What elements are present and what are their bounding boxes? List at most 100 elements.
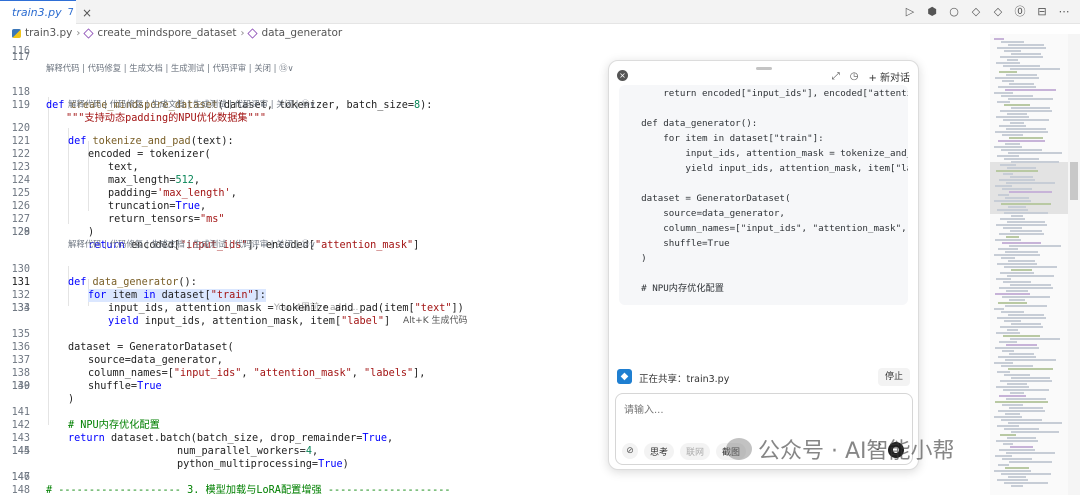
- snippet-line: column_names=["input_ids", "attention_ma…: [663, 223, 907, 234]
- minimap-line: [1001, 311, 1024, 313]
- breadcrumb: train3.py › create_mindspore_dataset › d…: [12, 25, 342, 41]
- split-editor-icon[interactable]: ⊟: [1036, 4, 1048, 20]
- minimap-line: [1000, 272, 1034, 274]
- tab-bar: train3.py 7 × ▷ ⬢ ○ ◇ ◇ ⓪ ⊟ ⋯: [0, 0, 1080, 24]
- tab-modified-count: 7: [67, 7, 74, 18]
- minimap-line: [1005, 305, 1047, 307]
- breadcrumb-function[interactable]: data_generator: [261, 27, 342, 39]
- minimap-line: [1009, 299, 1025, 301]
- tab-train3[interactable]: train3.py 7 ×: [0, 0, 92, 24]
- minimap-line: [1010, 230, 1042, 232]
- minimap-line: [1007, 329, 1018, 331]
- minimap-line: [1002, 458, 1032, 460]
- minimap-line: [1004, 320, 1021, 322]
- minimap-line: [997, 155, 1019, 157]
- minimap-line: [999, 395, 1026, 397]
- minimap-line: [1007, 383, 1027, 385]
- stop-sharing-button[interactable]: 停止: [878, 368, 910, 386]
- snippet-line: for item in dataset["train"]:: [619, 133, 824, 144]
- minimap-line: [996, 278, 1011, 280]
- minimap-line: [1011, 431, 1059, 433]
- minimap-line: [1010, 446, 1033, 448]
- minimap-line: [1004, 158, 1039, 160]
- minimap-line: [998, 410, 1045, 412]
- more-actions-icon[interactable]: ⋯: [1058, 4, 1070, 20]
- minimap-line: [1006, 344, 1037, 346]
- minimap-line: [996, 116, 1029, 118]
- minimap-line: [998, 356, 1036, 358]
- snippet-line: shuffle=True: [619, 238, 730, 249]
- attach-icon[interactable]: ⊘: [622, 443, 638, 459]
- minimap-line: [997, 263, 1037, 265]
- snippet-line: yield input_ids, attention_mask, item["l…: [619, 163, 908, 174]
- sharing-label: 正在共享：train3.py: [639, 374, 730, 385]
- minimap-line: [997, 479, 1028, 481]
- wechat-logo-icon: [726, 438, 752, 460]
- minimap-line: [994, 92, 1013, 94]
- minimap-line: [1010, 122, 1024, 124]
- minimap-line: [999, 341, 1017, 343]
- scrollbar-thumb[interactable]: [1070, 162, 1078, 200]
- snippet-line: ): [619, 253, 647, 264]
- minimap-line: [1001, 41, 1024, 43]
- minimap-line: [1011, 269, 1032, 271]
- minimap-line: [1001, 149, 1042, 151]
- minimap-line: [998, 248, 1018, 250]
- snippet-line: dataset = GeneratorDataset(: [619, 193, 791, 204]
- minimap-line: [997, 317, 1046, 319]
- minimap-line: [998, 302, 1027, 304]
- drag-handle[interactable]: [756, 67, 772, 70]
- minimap-line: [998, 464, 1009, 466]
- minimap-line: [1004, 482, 1048, 484]
- vertical-scrollbar[interactable]: [1068, 34, 1080, 495]
- minimap-line: [1001, 365, 1033, 367]
- minimap-line: [1003, 65, 1040, 67]
- history-icon[interactable]: ◷: [850, 71, 859, 82]
- minimap-line: [1000, 434, 1016, 436]
- copilot-icon[interactable]: ⓪: [1014, 4, 1026, 20]
- minimap-line: [1004, 374, 1030, 376]
- minimap-line: [1005, 89, 1056, 91]
- run-icon[interactable]: ▷: [904, 4, 916, 20]
- next-change-icon[interactable]: ◇: [992, 4, 1004, 20]
- minimap-line: [1011, 215, 1023, 217]
- codelens-actions[interactable]: 解释代码 | 代码修复 | 生成文档 | 生成测试 | 代码评审 | 关闭 | …: [68, 239, 316, 250]
- close-icon[interactable]: ×: [617, 70, 628, 81]
- breadcrumb-function[interactable]: create_mindspore_dataset: [97, 27, 236, 39]
- think-button[interactable]: 思考: [644, 442, 675, 460]
- minimap[interactable]: [990, 34, 1068, 495]
- minimap-line: [1011, 377, 1050, 379]
- minimap-line: [999, 233, 1044, 235]
- minimap-line: [994, 416, 1022, 418]
- minimap-line: [1003, 389, 1049, 391]
- minimap-line: [1008, 152, 1062, 154]
- new-chat-button[interactable]: + 新对话: [868, 69, 910, 84]
- minimap-line: [999, 179, 1035, 181]
- expand-icon[interactable]: ⤢: [832, 71, 840, 82]
- minimap-line: [995, 131, 1048, 133]
- debug-icon[interactable]: ⬢: [926, 4, 938, 20]
- breadcrumb-file[interactable]: train3.py: [25, 27, 72, 39]
- toggle-icon[interactable]: ○: [948, 4, 960, 20]
- minimap-line: [994, 362, 1013, 364]
- snippet-line: input_ids, attention_mask = tokenize_and…: [685, 148, 908, 159]
- minimap-line: [1009, 353, 1034, 355]
- minimap-line: [1006, 398, 1046, 400]
- minimap-line: [1011, 485, 1023, 487]
- web-search-button[interactable]: 联网: [680, 442, 711, 460]
- minimap-line: [1006, 452, 1055, 454]
- minimap-line: [1010, 284, 1051, 286]
- minimap-line: [1003, 443, 1013, 445]
- chat-input[interactable]: [624, 402, 874, 418]
- minimap-line: [1010, 176, 1033, 178]
- minimap-line: [1001, 203, 1051, 205]
- prev-change-icon[interactable]: ◇: [970, 4, 982, 20]
- minimap-line: [1010, 392, 1024, 394]
- editor-toolbar: ▷ ⬢ ○ ◇ ◇ ⓪ ⊟ ⋯: [904, 4, 1070, 20]
- minimap-line: [997, 101, 1010, 103]
- tab-close-icon[interactable]: ×: [82, 7, 92, 19]
- minimap-line: [995, 401, 1048, 403]
- minimap-line: [1005, 197, 1029, 199]
- minimap-line: [1005, 143, 1020, 145]
- minimap-line: [1002, 242, 1041, 244]
